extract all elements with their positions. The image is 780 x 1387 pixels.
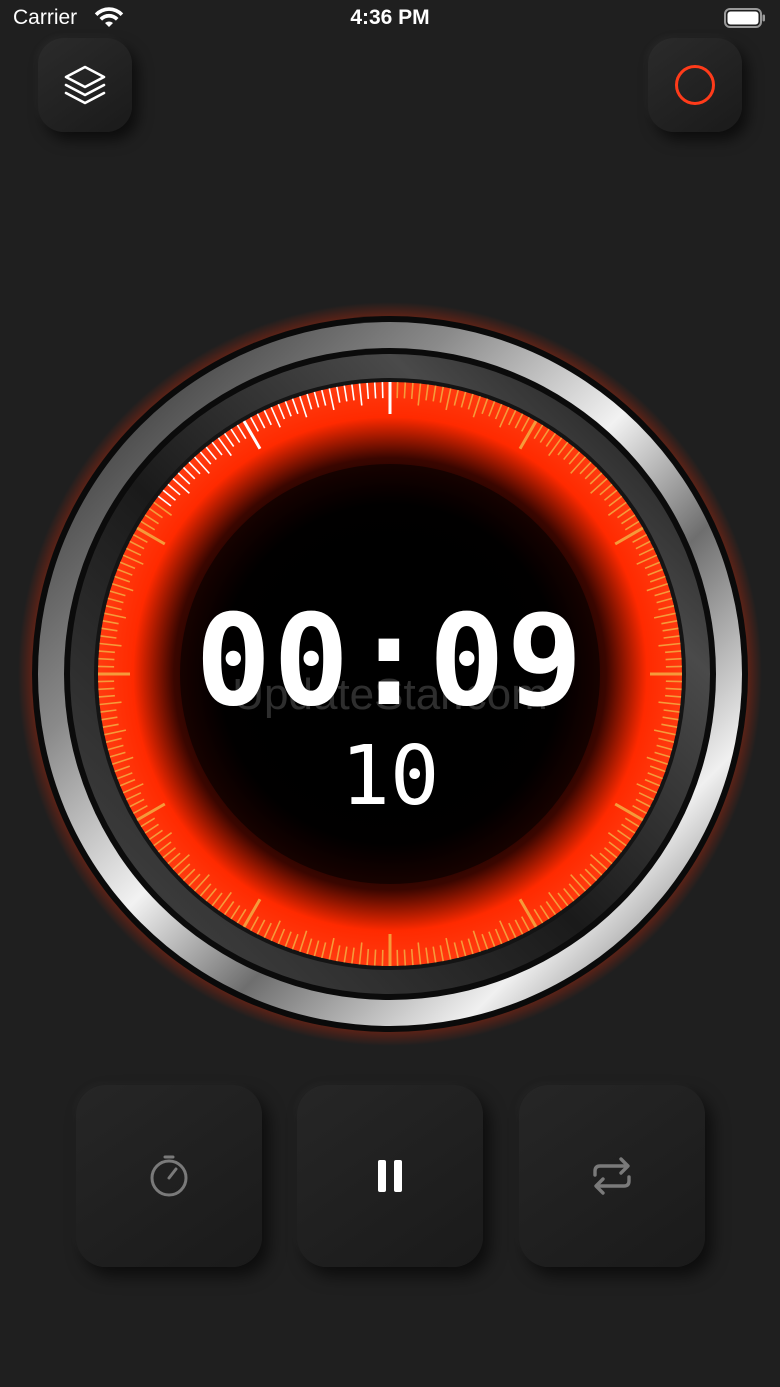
dial-minor-tick <box>403 382 407 399</box>
status-bar: Carrier 4:36 PM <box>0 0 780 40</box>
dial-minor-tick <box>403 949 407 966</box>
layers-icon <box>64 65 106 105</box>
lap-button[interactable] <box>76 1085 262 1267</box>
dial-minor-tick <box>373 949 377 966</box>
stopwatch-icon <box>150 1155 188 1197</box>
battery-icon <box>724 8 765 28</box>
repeat-icon <box>593 1157 631 1195</box>
dial-minor-tick <box>373 382 377 399</box>
stopwatch-screen: Carrier 4:36 PM UpdateStar.com 00:09 10 <box>0 0 780 1387</box>
pause-button[interactable] <box>297 1085 483 1267</box>
lap-count-display: 10 <box>340 729 440 824</box>
reset-button[interactable] <box>519 1085 705 1267</box>
record-button[interactable] <box>648 38 742 132</box>
status-time: 4:36 PM <box>350 6 430 29</box>
pause-icon <box>378 1160 402 1192</box>
layers-button[interactable] <box>38 38 132 132</box>
elapsed-time-display: 00:09 <box>195 587 585 734</box>
record-icon <box>675 65 715 105</box>
